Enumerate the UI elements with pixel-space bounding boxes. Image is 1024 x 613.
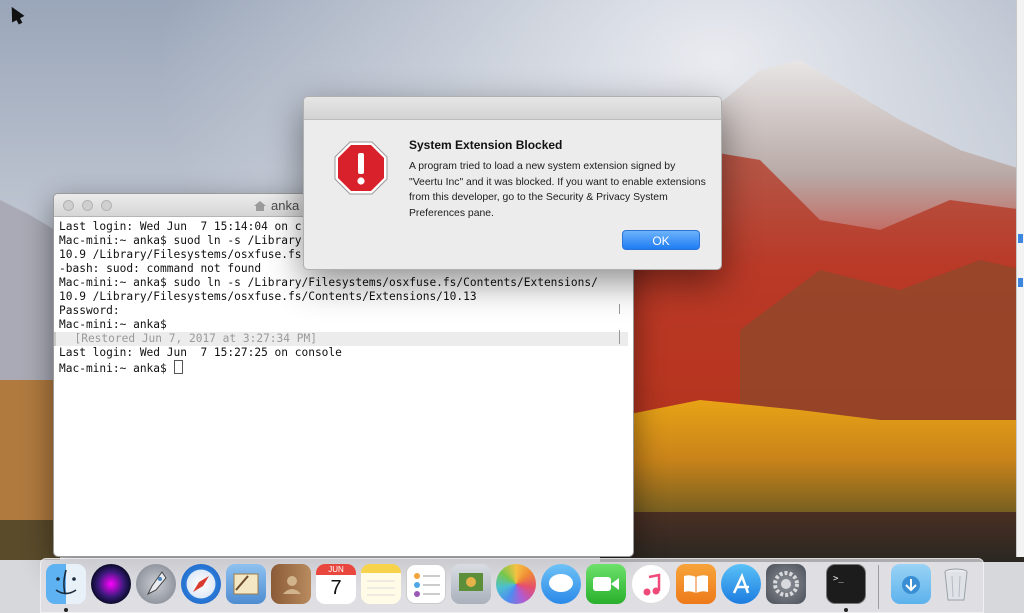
calendar-month: JUN: [316, 564, 356, 575]
svg-text:>_: >_: [833, 574, 844, 584]
alert-titlebar: [304, 97, 721, 120]
safari-icon[interactable]: [181, 564, 221, 604]
terminal-line: 10.9 /Library/Filesystems/osxfuse.fs/Con…: [59, 290, 477, 303]
finder-running-indicator: [64, 608, 68, 612]
calendar-day: 7: [330, 577, 342, 599]
restored-session-marker: [Restored Jun 7, 2017 at 3:27:34 PM]: [54, 332, 628, 346]
photos-icon[interactable]: [496, 564, 536, 604]
siri-icon[interactable]: [91, 564, 131, 604]
terminal-title-text: anka: [271, 198, 300, 213]
zoom-window-button[interactable]: [101, 200, 112, 211]
terminal-line: Mac-mini:~ anka$ sudo ln -s /Library/Fil…: [59, 276, 598, 289]
scroll-marker: [619, 304, 620, 314]
reminders-icon[interactable]: [406, 564, 446, 604]
mail-icon[interactable]: [226, 564, 266, 604]
minimize-window-button[interactable]: [82, 200, 93, 211]
close-window-button[interactable]: [63, 200, 74, 211]
downloads-stack-icon[interactable]: [891, 564, 931, 604]
home-folder-icon: [254, 201, 266, 211]
background-window-mark: [1018, 234, 1023, 243]
alert-message: A program tried to load a new system ext…: [409, 161, 706, 219]
terminal-line: Password:: [59, 304, 120, 317]
background-window-mark: [1018, 278, 1023, 287]
messages-icon[interactable]: [541, 564, 581, 604]
photo-booth-icon[interactable]: [451, 564, 491, 604]
ibooks-icon[interactable]: [676, 564, 716, 604]
stop-sign-icon: [334, 141, 388, 195]
scroll-marker: [619, 330, 620, 344]
terminal-running-indicator: [844, 608, 848, 612]
alert-title: System Extension Blocked: [409, 138, 563, 152]
terminal-app-icon[interactable]: >_: [826, 564, 866, 604]
contacts-icon[interactable]: [271, 564, 311, 604]
trash-icon[interactable]: [936, 564, 976, 604]
system-preferences-icon[interactable]: [766, 564, 806, 604]
terminal-line: Mac-mini:~ anka$: [59, 318, 167, 331]
facetime-icon[interactable]: [586, 564, 626, 604]
ok-button[interactable]: OK: [622, 230, 700, 250]
notes-icon[interactable]: [361, 564, 401, 604]
terminal-prompt: Mac-mini:~ anka$: [59, 362, 174, 375]
terminal-title: anka: [254, 198, 299, 213]
app-store-icon[interactable]: [721, 564, 761, 604]
finder-icon[interactable]: [46, 564, 86, 604]
itunes-icon[interactable]: [631, 564, 671, 604]
dock: JUN 7 >_: [40, 558, 984, 613]
calendar-icon[interactable]: JUN 7: [316, 564, 356, 604]
system-extension-alert[interactable]: System Extension Blocked A program tried…: [303, 96, 722, 270]
text-cursor: [173, 360, 183, 374]
terminal-line: Last login: Wed Jun 7 15:27:25 on consol…: [59, 346, 342, 359]
launchpad-icon[interactable]: [136, 564, 176, 604]
terminal-prompt-line[interactable]: Mac-mini:~ anka$: [59, 360, 628, 375]
dock-separator: [878, 565, 879, 609]
